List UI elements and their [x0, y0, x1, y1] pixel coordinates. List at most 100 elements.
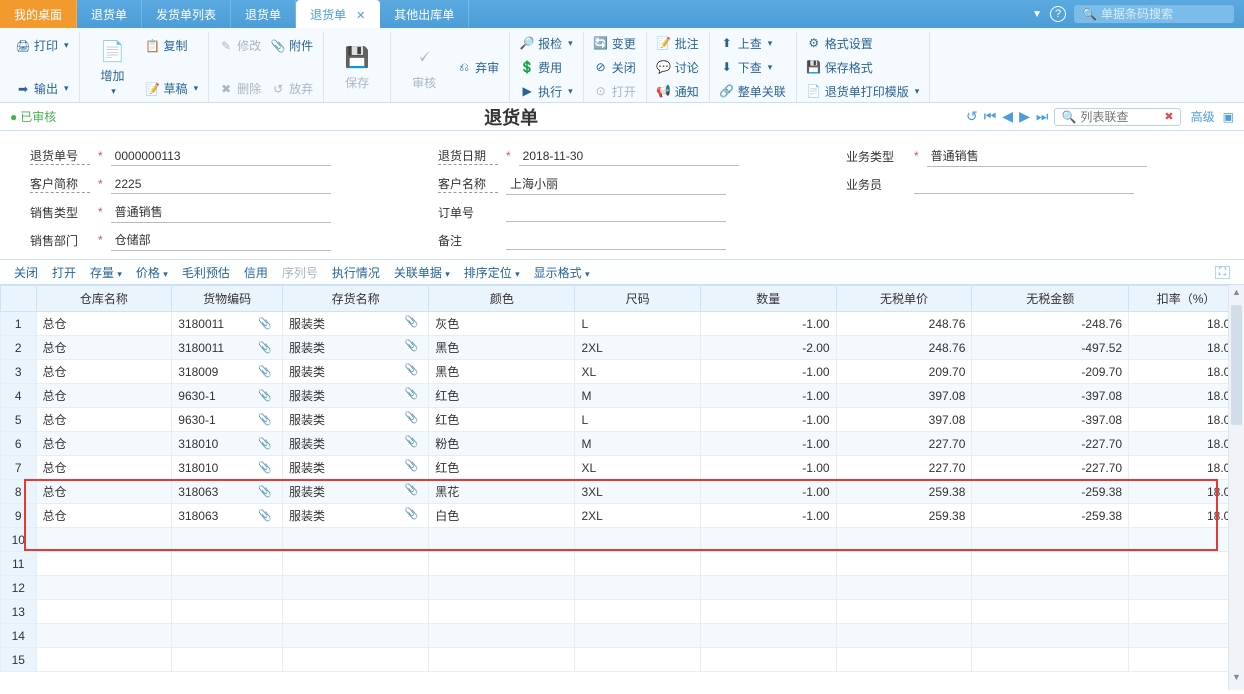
cell-warehouse[interactable]: 总仓: [36, 408, 172, 432]
paperclip-icon[interactable]: 📎: [258, 341, 272, 354]
vertical-scrollbar[interactable]: ▲ ▼: [1228, 285, 1244, 690]
cell-qty[interactable]: [700, 528, 836, 552]
grid-serial-button[interactable]: 序列号: [282, 264, 318, 281]
cell-amount[interactable]: [972, 528, 1129, 552]
cell-color[interactable]: [429, 600, 575, 624]
cell-item-name[interactable]: 服装类📎: [283, 408, 429, 432]
cell-price[interactable]: 397.08: [836, 408, 972, 432]
paperclip-icon[interactable]: 📎: [405, 459, 419, 472]
cell-warehouse[interactable]: [36, 624, 172, 648]
cell-size[interactable]: [575, 528, 700, 552]
table-row[interactable]: 5总仓9630-1📎服装类📎红色L-1.00397.08-397.0818.00: [1, 408, 1244, 432]
grid-price-button[interactable]: 价格 ▾: [136, 264, 168, 281]
cell-size[interactable]: XL: [575, 456, 700, 480]
cell-item-code[interactable]: 318063📎: [172, 504, 283, 528]
clerk-value[interactable]: .: [914, 175, 1134, 194]
cell-warehouse[interactable]: 总仓: [36, 432, 172, 456]
scroll-down-icon[interactable]: ▼: [1229, 672, 1244, 688]
cell-color[interactable]: 白色: [429, 504, 575, 528]
cell-qty[interactable]: -1.00: [700, 480, 836, 504]
cell-warehouse[interactable]: 总仓: [36, 336, 172, 360]
cell-price[interactable]: [836, 624, 972, 648]
paperclip-icon[interactable]: 📎: [258, 389, 272, 402]
paperclip-icon[interactable]: 📎: [405, 363, 419, 376]
cell-amount[interactable]: -397.08: [972, 384, 1129, 408]
print-template-button[interactable]: 📄退货单打印模版▾: [807, 80, 920, 102]
scroll-thumb[interactable]: [1231, 305, 1242, 425]
table-row[interactable]: 12: [1, 576, 1244, 600]
cell-item-code[interactable]: 318010📎: [172, 456, 283, 480]
grid-gross-button[interactable]: 毛利预估: [182, 264, 230, 281]
cell-size[interactable]: M: [575, 384, 700, 408]
order-no-value[interactable]: .: [506, 203, 726, 222]
cell-item-name[interactable]: [283, 624, 429, 648]
customer-short-value[interactable]: 2225: [111, 175, 331, 194]
tab-shiplist[interactable]: 发货单列表: [142, 0, 231, 28]
col-amount[interactable]: 无税金额: [972, 286, 1129, 312]
filter-box[interactable]: 🔍 ✖: [1054, 108, 1180, 126]
cell-discount[interactable]: 18.00: [1129, 360, 1244, 384]
cell-warehouse[interactable]: [36, 576, 172, 600]
scroll-up-icon[interactable]: ▲: [1229, 287, 1244, 303]
cell-item-code[interactable]: [172, 648, 283, 672]
attach-button[interactable]: 📎附件: [271, 37, 313, 54]
paperclip-icon[interactable]: 📎: [405, 387, 419, 400]
grid-exec-button[interactable]: 执行情况: [332, 264, 380, 281]
cell-item-name[interactable]: 服装类📎: [283, 504, 429, 528]
col-discount[interactable]: 扣率（%）: [1129, 286, 1244, 312]
cell-item-name[interactable]: 服装类📎: [283, 480, 429, 504]
table-row[interactable]: 10: [1, 528, 1244, 552]
expand-grid-icon[interactable]: ⛶: [1215, 266, 1230, 279]
cell-warehouse[interactable]: 总仓: [36, 504, 172, 528]
copy-button[interactable]: 📋复制: [146, 37, 199, 54]
cell-amount[interactable]: -227.70: [972, 432, 1129, 456]
window-menu-caret[interactable]: ▼: [1032, 9, 1042, 20]
execute-button[interactable]: ▶执行▾: [520, 80, 573, 102]
cell-color[interactable]: 黑色: [429, 360, 575, 384]
cell-discount[interactable]: 18.00: [1129, 504, 1244, 528]
cell-price[interactable]: 259.38: [836, 504, 972, 528]
cell-price[interactable]: [836, 528, 972, 552]
paperclip-icon[interactable]: 📎: [258, 437, 272, 450]
grid-close-button[interactable]: 关闭: [14, 264, 38, 281]
cell-color[interactable]: 黑花: [429, 480, 575, 504]
cell-amount[interactable]: -227.70: [972, 456, 1129, 480]
first-record-icon[interactable]: ⏮: [984, 108, 997, 125]
cell-item-name[interactable]: [283, 576, 429, 600]
prev-record-icon[interactable]: ◀: [1002, 108, 1013, 125]
cell-item-code[interactable]: [172, 552, 283, 576]
cell-item-name[interactable]: [283, 648, 429, 672]
cell-amount[interactable]: -259.38: [972, 480, 1129, 504]
cell-item-code[interactable]: 3180011📎: [172, 312, 283, 336]
cell-price[interactable]: 248.76: [836, 336, 972, 360]
cell-size[interactable]: L: [575, 408, 700, 432]
cell-item-name[interactable]: [283, 600, 429, 624]
barcode-search-input[interactable]: [1101, 7, 1226, 21]
col-price[interactable]: 无税单价: [836, 286, 972, 312]
cell-item-name[interactable]: 服装类📎: [283, 360, 429, 384]
down-check-button[interactable]: ⬇下查▾: [720, 56, 786, 78]
cell-qty[interactable]: -2.00: [700, 336, 836, 360]
cell-price[interactable]: 227.70: [836, 432, 972, 456]
paperclip-icon[interactable]: 📎: [258, 485, 272, 498]
cell-size[interactable]: XL: [575, 360, 700, 384]
audit-button[interactable]: 🗸审核: [401, 32, 447, 102]
cell-amount[interactable]: -209.70: [972, 360, 1129, 384]
return-date-value[interactable]: 2018-11-30: [519, 147, 739, 166]
table-row[interactable]: 6总仓318010📎服装类📎粉色M-1.00227.70-227.7018.00: [1, 432, 1244, 456]
edit-button[interactable]: ✎修改: [219, 37, 261, 54]
cell-item-code[interactable]: [172, 624, 283, 648]
undo-icon[interactable]: ↺: [966, 108, 978, 125]
cell-amount[interactable]: -259.38: [972, 504, 1129, 528]
cell-item-name[interactable]: 服装类📎: [283, 336, 429, 360]
cell-qty[interactable]: -1.00: [700, 504, 836, 528]
grid-open-button[interactable]: 打开: [52, 264, 76, 281]
fee-button[interactable]: 💲费用: [520, 56, 573, 78]
popout-icon[interactable]: ▣: [1223, 110, 1234, 124]
cell-qty[interactable]: [700, 624, 836, 648]
cell-size[interactable]: [575, 648, 700, 672]
paperclip-icon[interactable]: 📎: [258, 365, 272, 378]
cell-color[interactable]: [429, 576, 575, 600]
cell-size[interactable]: [575, 552, 700, 576]
col-size[interactable]: 尺码: [575, 286, 700, 312]
